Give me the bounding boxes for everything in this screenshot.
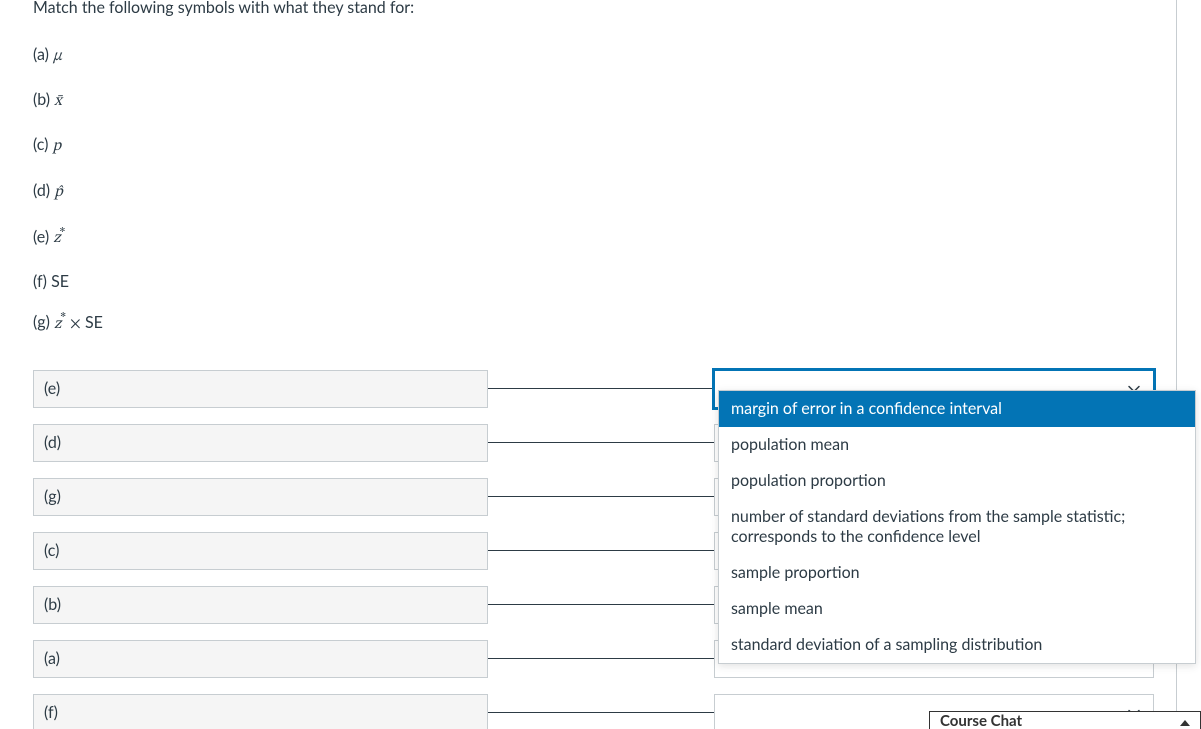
dropdown-listbox[interactable]: margin of error in a confidence interval… xyxy=(718,390,1196,664)
z-star-times-se: z* × SE xyxy=(54,316,103,332)
dropdown-option[interactable]: sample mean xyxy=(719,591,1195,627)
dropdown-option[interactable]: margin of error in a confidence interval xyxy=(719,391,1195,427)
match-label: (g) xyxy=(33,478,488,516)
dropdown-option[interactable]: population proportion xyxy=(719,463,1195,499)
course-chat-widget[interactable]: Course Chat xyxy=(929,711,1201,729)
symbol-item-f: (f) SE xyxy=(33,272,1176,291)
symbol-item-a: (a) μ xyxy=(33,45,1176,66)
symbol-list: (a) μ (b) x̄ (c) p (d) p̂ (e) z* (f) SE xyxy=(33,45,1176,334)
symbol-item-c: (c) p xyxy=(33,135,1176,156)
symbol-item-g: (g) z* × SE xyxy=(33,311,1176,334)
symbol-item-d: (d) p̂ xyxy=(33,181,1176,202)
connector-line xyxy=(488,550,714,551)
question-panel: Match the following symbols with what th… xyxy=(0,0,1177,727)
symbol-item-b: (b) x̄ xyxy=(33,90,1176,111)
match-label: (d) xyxy=(33,424,488,462)
symbol-item-e: (e) z* xyxy=(33,226,1176,249)
connector-line xyxy=(488,442,714,443)
dropdown-option[interactable]: number of standard deviations from the s… xyxy=(719,499,1195,555)
connector-line xyxy=(488,712,714,713)
match-label: (a) xyxy=(33,640,488,678)
connector-line xyxy=(488,496,714,497)
instruction-text: Match the following symbols with what th… xyxy=(33,0,1176,17)
connector-line xyxy=(488,388,714,389)
match-label: (b) xyxy=(33,586,488,624)
dropdown-option[interactable]: standard deviation of a sampling distrib… xyxy=(719,627,1195,663)
question-text-block: Match the following symbols with what th… xyxy=(0,0,1176,334)
connector-line xyxy=(488,658,714,659)
course-chat-label: Course Chat xyxy=(940,712,1022,729)
connector-line xyxy=(488,604,714,605)
z-star: z* xyxy=(53,230,65,246)
match-label: (e) xyxy=(33,370,488,408)
dropdown-option[interactable]: sample proportion xyxy=(719,555,1195,591)
match-label: (c) xyxy=(33,532,488,570)
dropdown-option[interactable]: population mean xyxy=(719,427,1195,463)
expand-up-icon xyxy=(1180,720,1190,726)
match-label: (f) xyxy=(33,694,488,729)
